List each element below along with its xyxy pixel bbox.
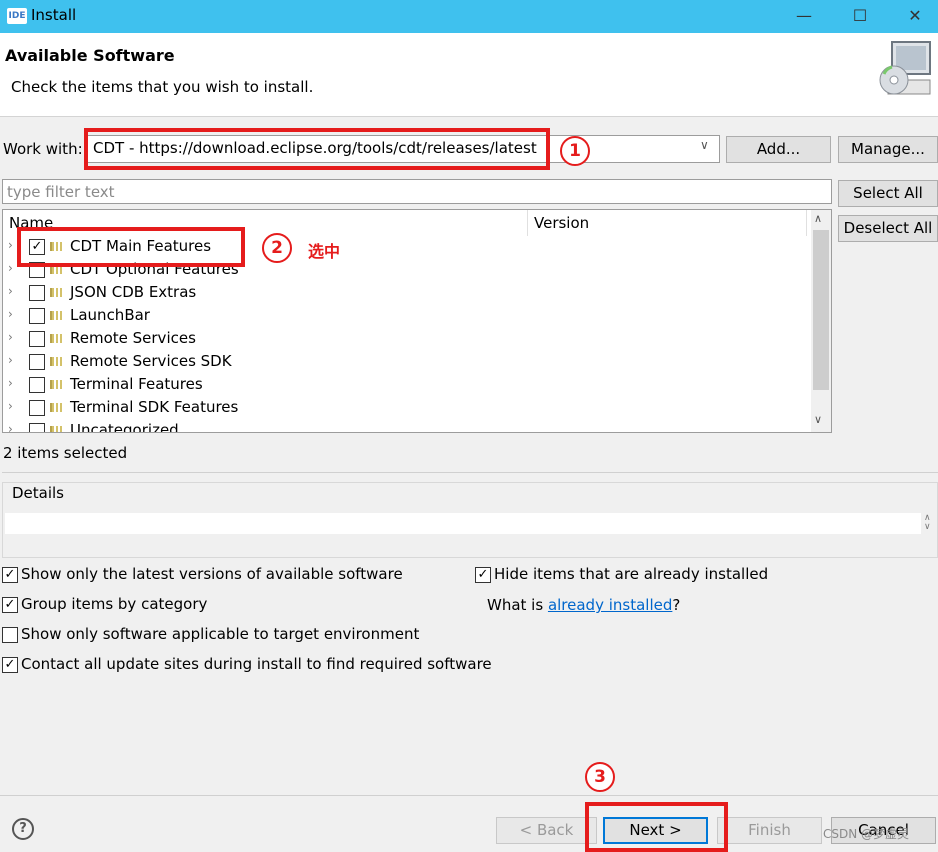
scroll-up-icon[interactable]: ∧ [814,212,822,225]
selection-status: 2 items selected [3,444,128,462]
filter-input[interactable] [2,179,832,204]
details-scroll-icon[interactable]: ∧ ∨ [924,514,931,532]
feature-category-icon [50,403,64,412]
manage-sites-button[interactable]: Manage... [838,136,938,163]
select-all-button[interactable]: Select All [838,180,938,207]
tree-row-checkbox[interactable] [29,423,45,432]
column-header-version[interactable]: Version [534,214,589,232]
tree-row-checkbox[interactable] [29,331,45,347]
feature-category-icon [50,311,64,320]
target-env-checkbox[interactable] [2,627,18,643]
column-divider [527,210,528,236]
chevron-right-icon[interactable]: › [8,330,13,344]
divider [2,472,938,473]
tree-row[interactable]: › LaunchBar [3,305,523,328]
tree-row-checkbox[interactable] [29,308,45,324]
tree-row[interactable]: › Uncategorized [3,420,523,432]
annotation-marker-3: 3 [585,762,615,792]
annotation-marker-2: 2 [262,233,292,263]
chevron-right-icon[interactable]: › [8,238,13,252]
back-button[interactable]: < Back [496,817,597,844]
tree-row-label: Uncategorized [70,421,179,432]
hide-installed-checkbox[interactable]: ✓ [475,567,491,583]
window-title: Install [31,6,77,24]
scrollbar-thumb[interactable] [813,230,829,390]
target-env-label: Show only software applicable to target … [21,625,420,643]
page-title: Available Software [5,46,175,65]
latest-versions-label: Show only the latest versions of availab… [21,565,403,583]
annotation-selected-note: 选中 [308,242,341,261]
tree-row-label: JSON CDB Extras [70,283,197,301]
feature-category-icon [50,334,64,343]
details-label: Details [11,484,66,502]
page-subtitle: Check the items that you wish to install… [11,78,314,96]
install-cd-monitor-icon [879,41,931,95]
tree-row-checkbox[interactable] [29,400,45,416]
chevron-right-icon[interactable]: › [8,376,13,390]
latest-versions-checkbox[interactable]: ✓ [2,567,18,583]
finish-button[interactable]: Finish [717,817,822,844]
tree-row[interactable]: › Terminal Features [3,374,523,397]
divider [0,795,938,796]
deselect-all-button[interactable]: Deselect All [838,215,938,242]
chevron-right-icon[interactable]: › [8,353,13,367]
tree-row-checkbox[interactable] [29,285,45,301]
group-by-category-checkbox[interactable]: ✓ [2,597,18,613]
chevron-right-icon[interactable]: › [8,399,13,413]
tree-row-label: LaunchBar [70,306,150,324]
tree-row-label: Terminal SDK Features [70,398,239,416]
feature-category-icon [50,357,64,366]
column-divider [806,210,807,236]
tree-row[interactable]: › Remote Services [3,328,523,351]
tree-row[interactable]: › JSON CDB Extras [3,282,523,305]
tree-row-label: Remote Services SDK [70,352,232,370]
tree-row-checkbox[interactable] [29,354,45,370]
feature-category-icon [50,380,64,389]
annotation-box-next [585,802,728,852]
what-is-suffix: ? [672,596,681,614]
hide-installed-label: Hide items that are already installed [494,565,769,583]
chevron-right-icon[interactable]: › [8,307,13,321]
contact-sites-label: Contact all update sites during install … [21,655,492,673]
help-icon[interactable]: ? [12,818,34,840]
tree-row-label: Remote Services [70,329,196,347]
tree-row[interactable]: › Remote Services SDK [3,351,523,374]
feature-category-icon [50,288,64,297]
ide-app-icon: IDE [7,8,27,24]
annotation-box-cdt-main [17,227,245,267]
annotation-marker-1: 1 [560,136,590,166]
what-is-prefix: What is [487,596,548,614]
annotation-box-work-with [84,128,550,170]
tree-row-checkbox[interactable] [29,377,45,393]
tree-row[interactable]: › Terminal SDK Features [3,397,523,420]
already-installed-link[interactable]: already installed [548,596,672,614]
watermark: CSDN @梦虚灵 [823,827,910,841]
maximize-button[interactable]: ☐ [837,0,883,33]
contact-sites-checkbox[interactable]: ✓ [2,657,18,673]
scroll-down-icon[interactable]: ∨ [814,413,822,426]
work-with-label: Work with: [3,140,83,158]
what-is-installed-text: What is already installed? [487,596,680,614]
group-by-category-label: Group items by category [21,595,208,613]
chevron-right-icon[interactable]: › [8,284,13,298]
chevron-right-icon[interactable]: › [8,261,13,275]
chevron-down-icon[interactable]: ∨ [700,138,709,152]
close-button[interactable]: ✕ [892,0,938,33]
feature-category-icon [50,426,64,432]
details-text-area[interactable] [5,513,921,534]
tree-row-label: Terminal Features [70,375,203,393]
add-site-button[interactable]: Add... [726,136,831,163]
minimize-button[interactable]: — [781,0,827,33]
chevron-right-icon[interactable]: › [8,422,13,432]
